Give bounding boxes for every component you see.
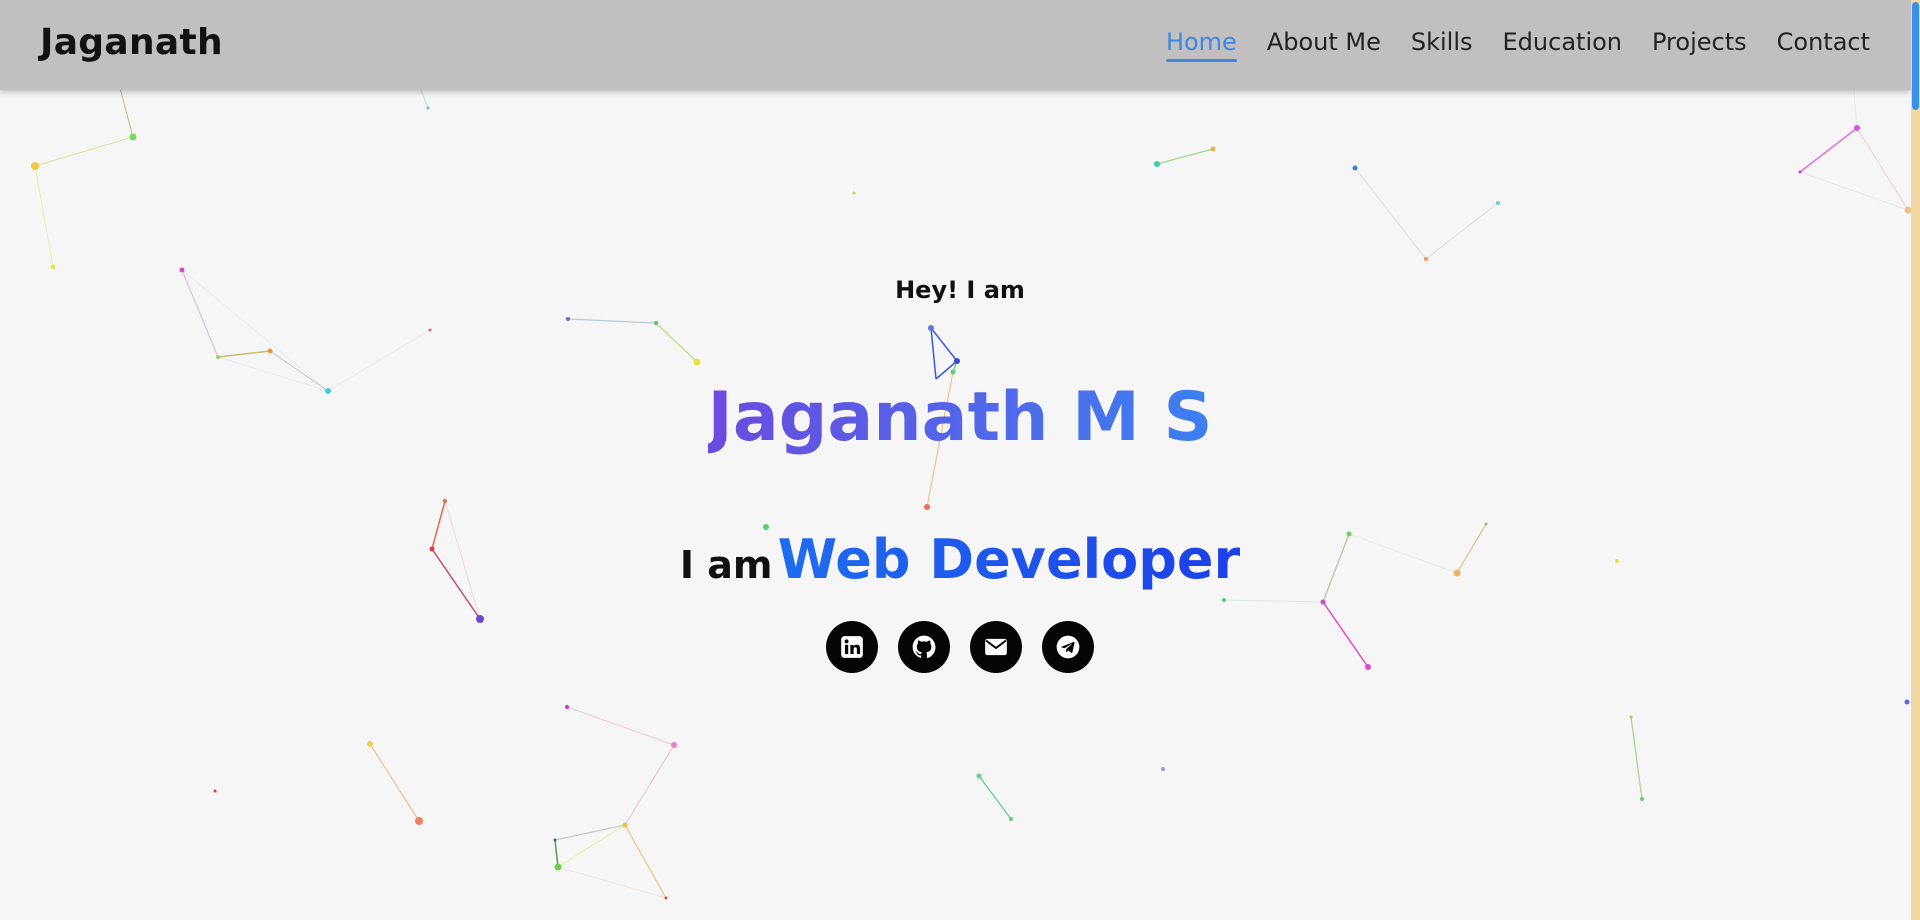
- nav-item-projects[interactable]: Projects: [1652, 28, 1747, 62]
- particle-cluster: [1154, 146, 1216, 167]
- hero-name-text: Jaganath M S: [707, 378, 1213, 457]
- nav-item-about-me[interactable]: About Me: [1267, 28, 1381, 62]
- nav-item-contact[interactable]: Contact: [1777, 28, 1870, 62]
- linkedin-button[interactable]: [826, 621, 878, 673]
- brand-logo[interactable]: Jaganath: [40, 22, 223, 63]
- hero-role-line: I am Web Developer: [0, 528, 1920, 591]
- nav-menu: Home About Me Skills Education Projects …: [1165, 28, 1870, 62]
- telegram-button[interactable]: [1042, 621, 1094, 673]
- email-button[interactable]: [970, 621, 1022, 673]
- scrollbar-thumb[interactable]: [1912, 2, 1919, 110]
- particle-cluster: [1352, 165, 1500, 261]
- telegram-icon: [1056, 635, 1080, 659]
- particle-cluster: [1629, 699, 1910, 801]
- nav-item-home[interactable]: Home: [1165, 28, 1237, 62]
- linkedin-icon: [841, 636, 863, 658]
- nav-item-education[interactable]: Education: [1503, 28, 1622, 62]
- particle-cluster: [1798, 89, 1911, 214]
- hero-greeting: Hey! I am: [895, 276, 1025, 304]
- particle-cluster: [213, 741, 423, 825]
- github-icon: [912, 635, 936, 659]
- role-prefix: I am: [679, 543, 773, 587]
- email-icon: [985, 638, 1007, 656]
- particle-background: [31, 87, 1911, 900]
- particle-cluster: [553, 705, 677, 900]
- navbar: Jaganath Home About Me Skills Education …: [0, 0, 1911, 90]
- role-typed-text: Web Developer: [777, 528, 1241, 591]
- hero-name: Jaganath M S: [0, 376, 1920, 460]
- particle-cluster: [976, 767, 1165, 821]
- page-scrollbar[interactable]: [1911, 0, 1920, 920]
- social-links: [0, 621, 1920, 673]
- page: Jaganath Home About Me Skills Education …: [0, 0, 1920, 920]
- github-button[interactable]: [898, 621, 950, 673]
- nav-item-skills[interactable]: Skills: [1411, 28, 1473, 62]
- particle-cluster: [31, 87, 430, 270]
